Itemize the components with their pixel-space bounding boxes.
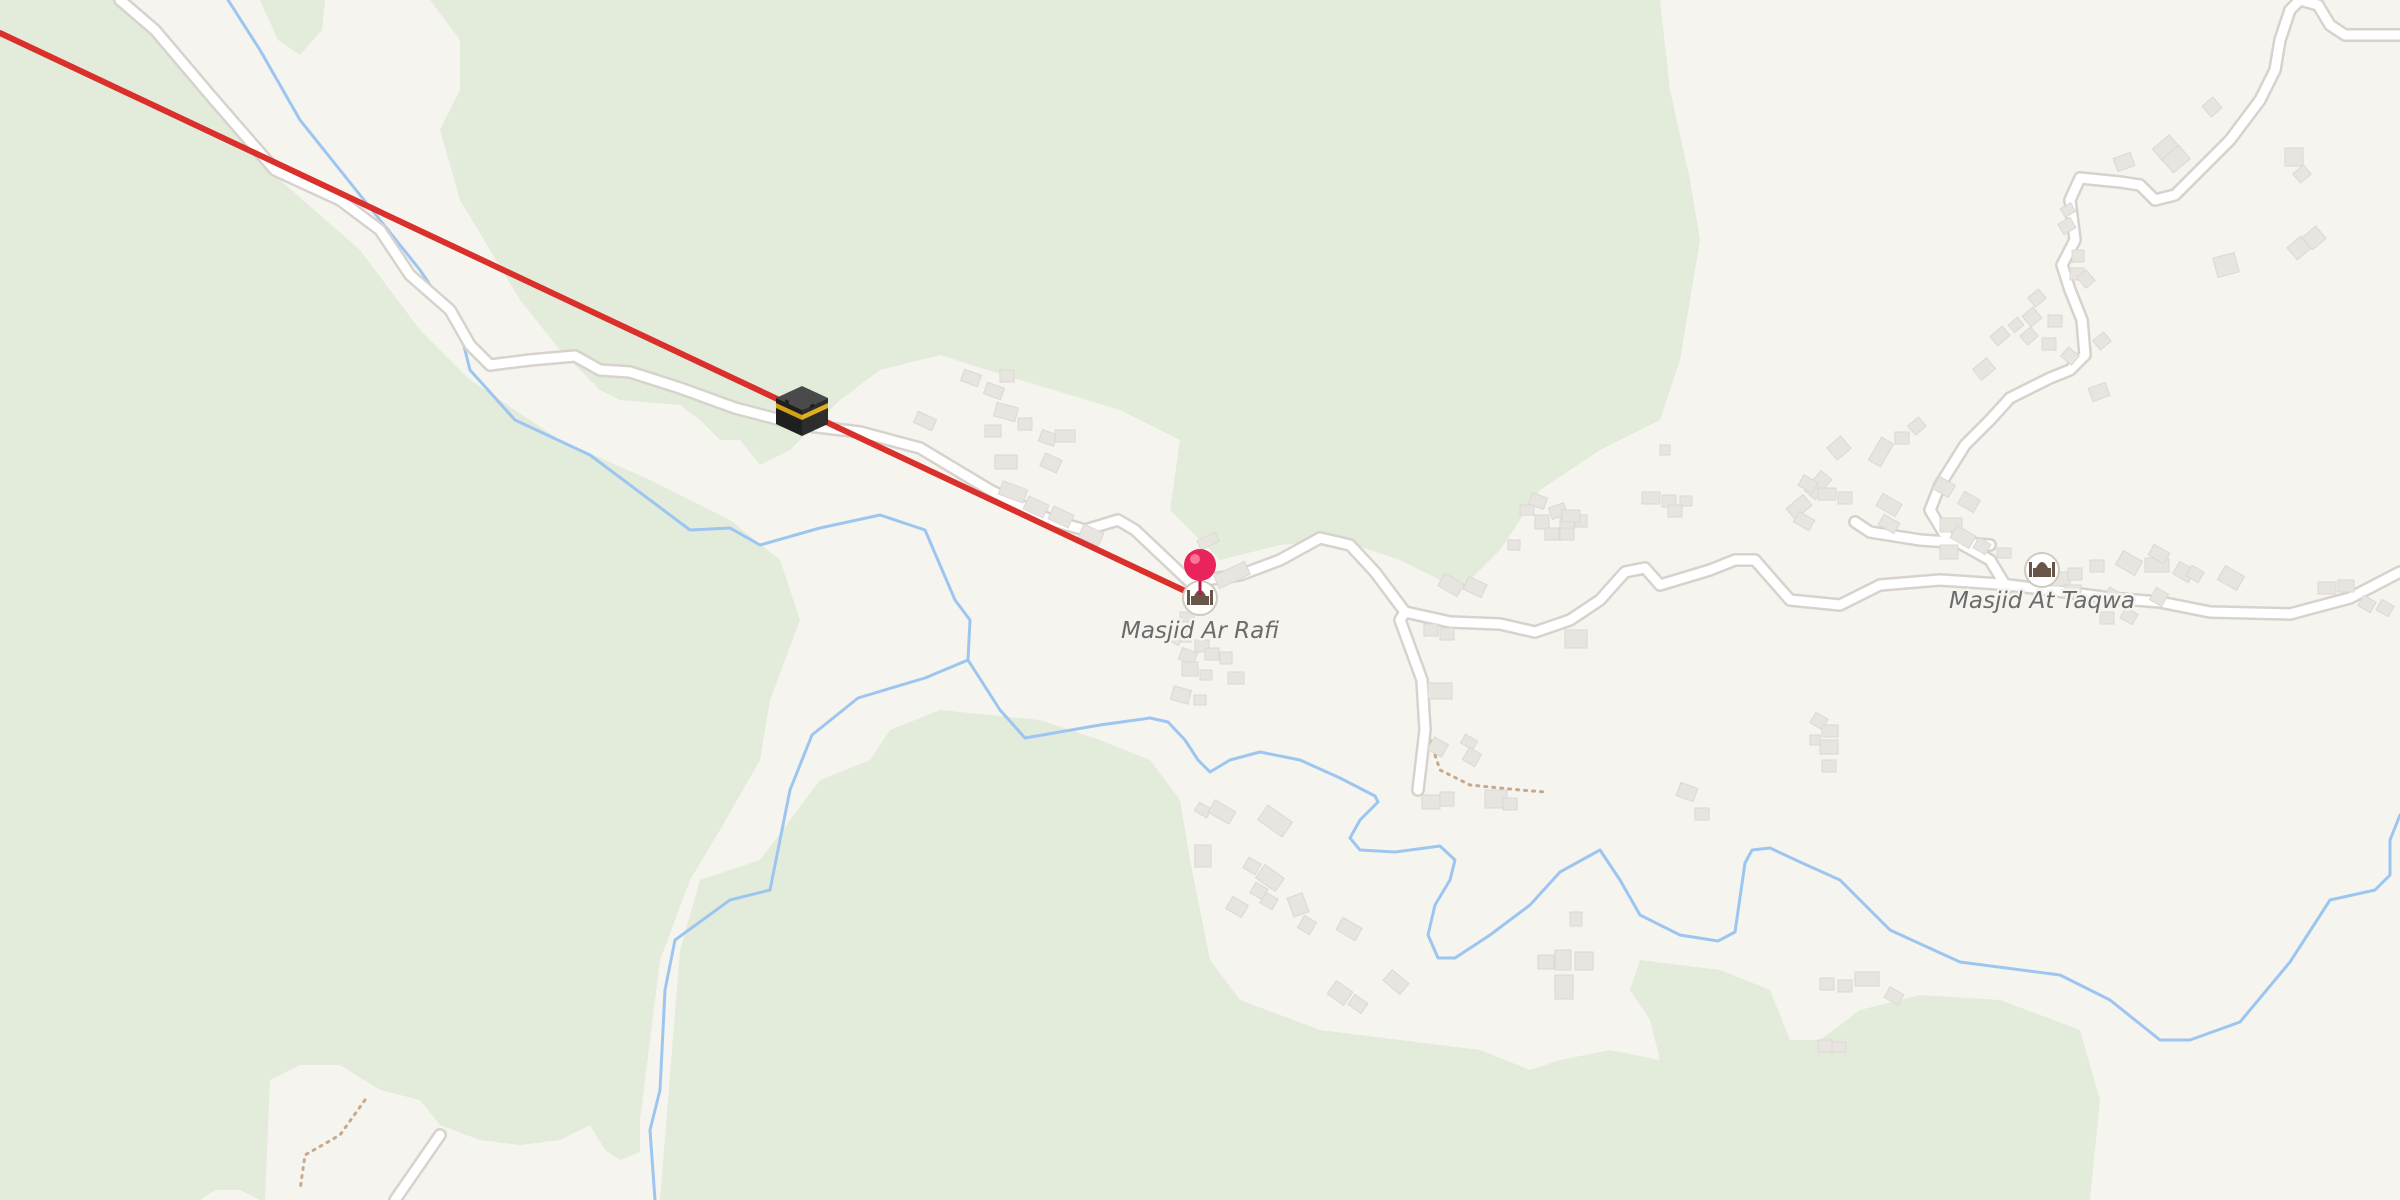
building (2067, 567, 2083, 581)
building (1534, 514, 1550, 530)
building (2041, 337, 2057, 351)
building (1939, 544, 1959, 560)
building (1554, 949, 1572, 971)
building (1894, 431, 1910, 445)
building (1554, 974, 1574, 1000)
poi-label: Masjid Ar Rafi (1121, 618, 1279, 644)
building (1439, 627, 1455, 641)
building (999, 369, 1015, 383)
building (1821, 724, 1839, 738)
building (1837, 491, 1853, 505)
building (1181, 661, 1199, 677)
building (1854, 971, 1880, 987)
building (2317, 581, 2337, 595)
building (1831, 1041, 1847, 1053)
building (1227, 671, 1245, 685)
building (2284, 147, 2304, 167)
building (1423, 623, 1439, 637)
building (1837, 979, 1853, 993)
building (1204, 647, 1220, 661)
building (1809, 734, 1821, 746)
building (984, 424, 1002, 438)
building (2089, 559, 2105, 573)
building (2337, 579, 2355, 593)
building (1819, 977, 1835, 991)
building (1519, 504, 1535, 516)
building (1819, 739, 1839, 755)
building (1054, 429, 1076, 443)
building (1194, 844, 1212, 868)
building (1641, 491, 1661, 505)
building (1421, 794, 1441, 810)
building (1199, 669, 1213, 681)
building (1561, 509, 1581, 523)
building (1667, 504, 1683, 518)
building (1439, 791, 1455, 807)
building (1427, 682, 1453, 700)
poi-label: Masjid At Taqwa (1949, 588, 2135, 614)
building (1507, 539, 1521, 551)
building (1502, 797, 1518, 811)
building (1544, 527, 1560, 541)
building (1537, 954, 1555, 970)
building (1569, 911, 1583, 927)
building (2071, 249, 2085, 263)
building (1564, 629, 1588, 649)
building (1017, 417, 1033, 431)
building (1817, 1039, 1833, 1053)
building (1574, 951, 1594, 971)
building (1996, 547, 2012, 559)
building (2047, 314, 2063, 328)
building (1559, 527, 1575, 541)
building (994, 454, 1018, 470)
map-canvas[interactable]: Masjid Ar Rafi Masjid At Taqwa (0, 0, 2400, 1200)
building (1694, 807, 1710, 821)
building (1817, 487, 1837, 501)
building (1193, 694, 1207, 706)
building (1659, 444, 1671, 456)
building (1219, 651, 1233, 665)
building (1821, 759, 1837, 773)
